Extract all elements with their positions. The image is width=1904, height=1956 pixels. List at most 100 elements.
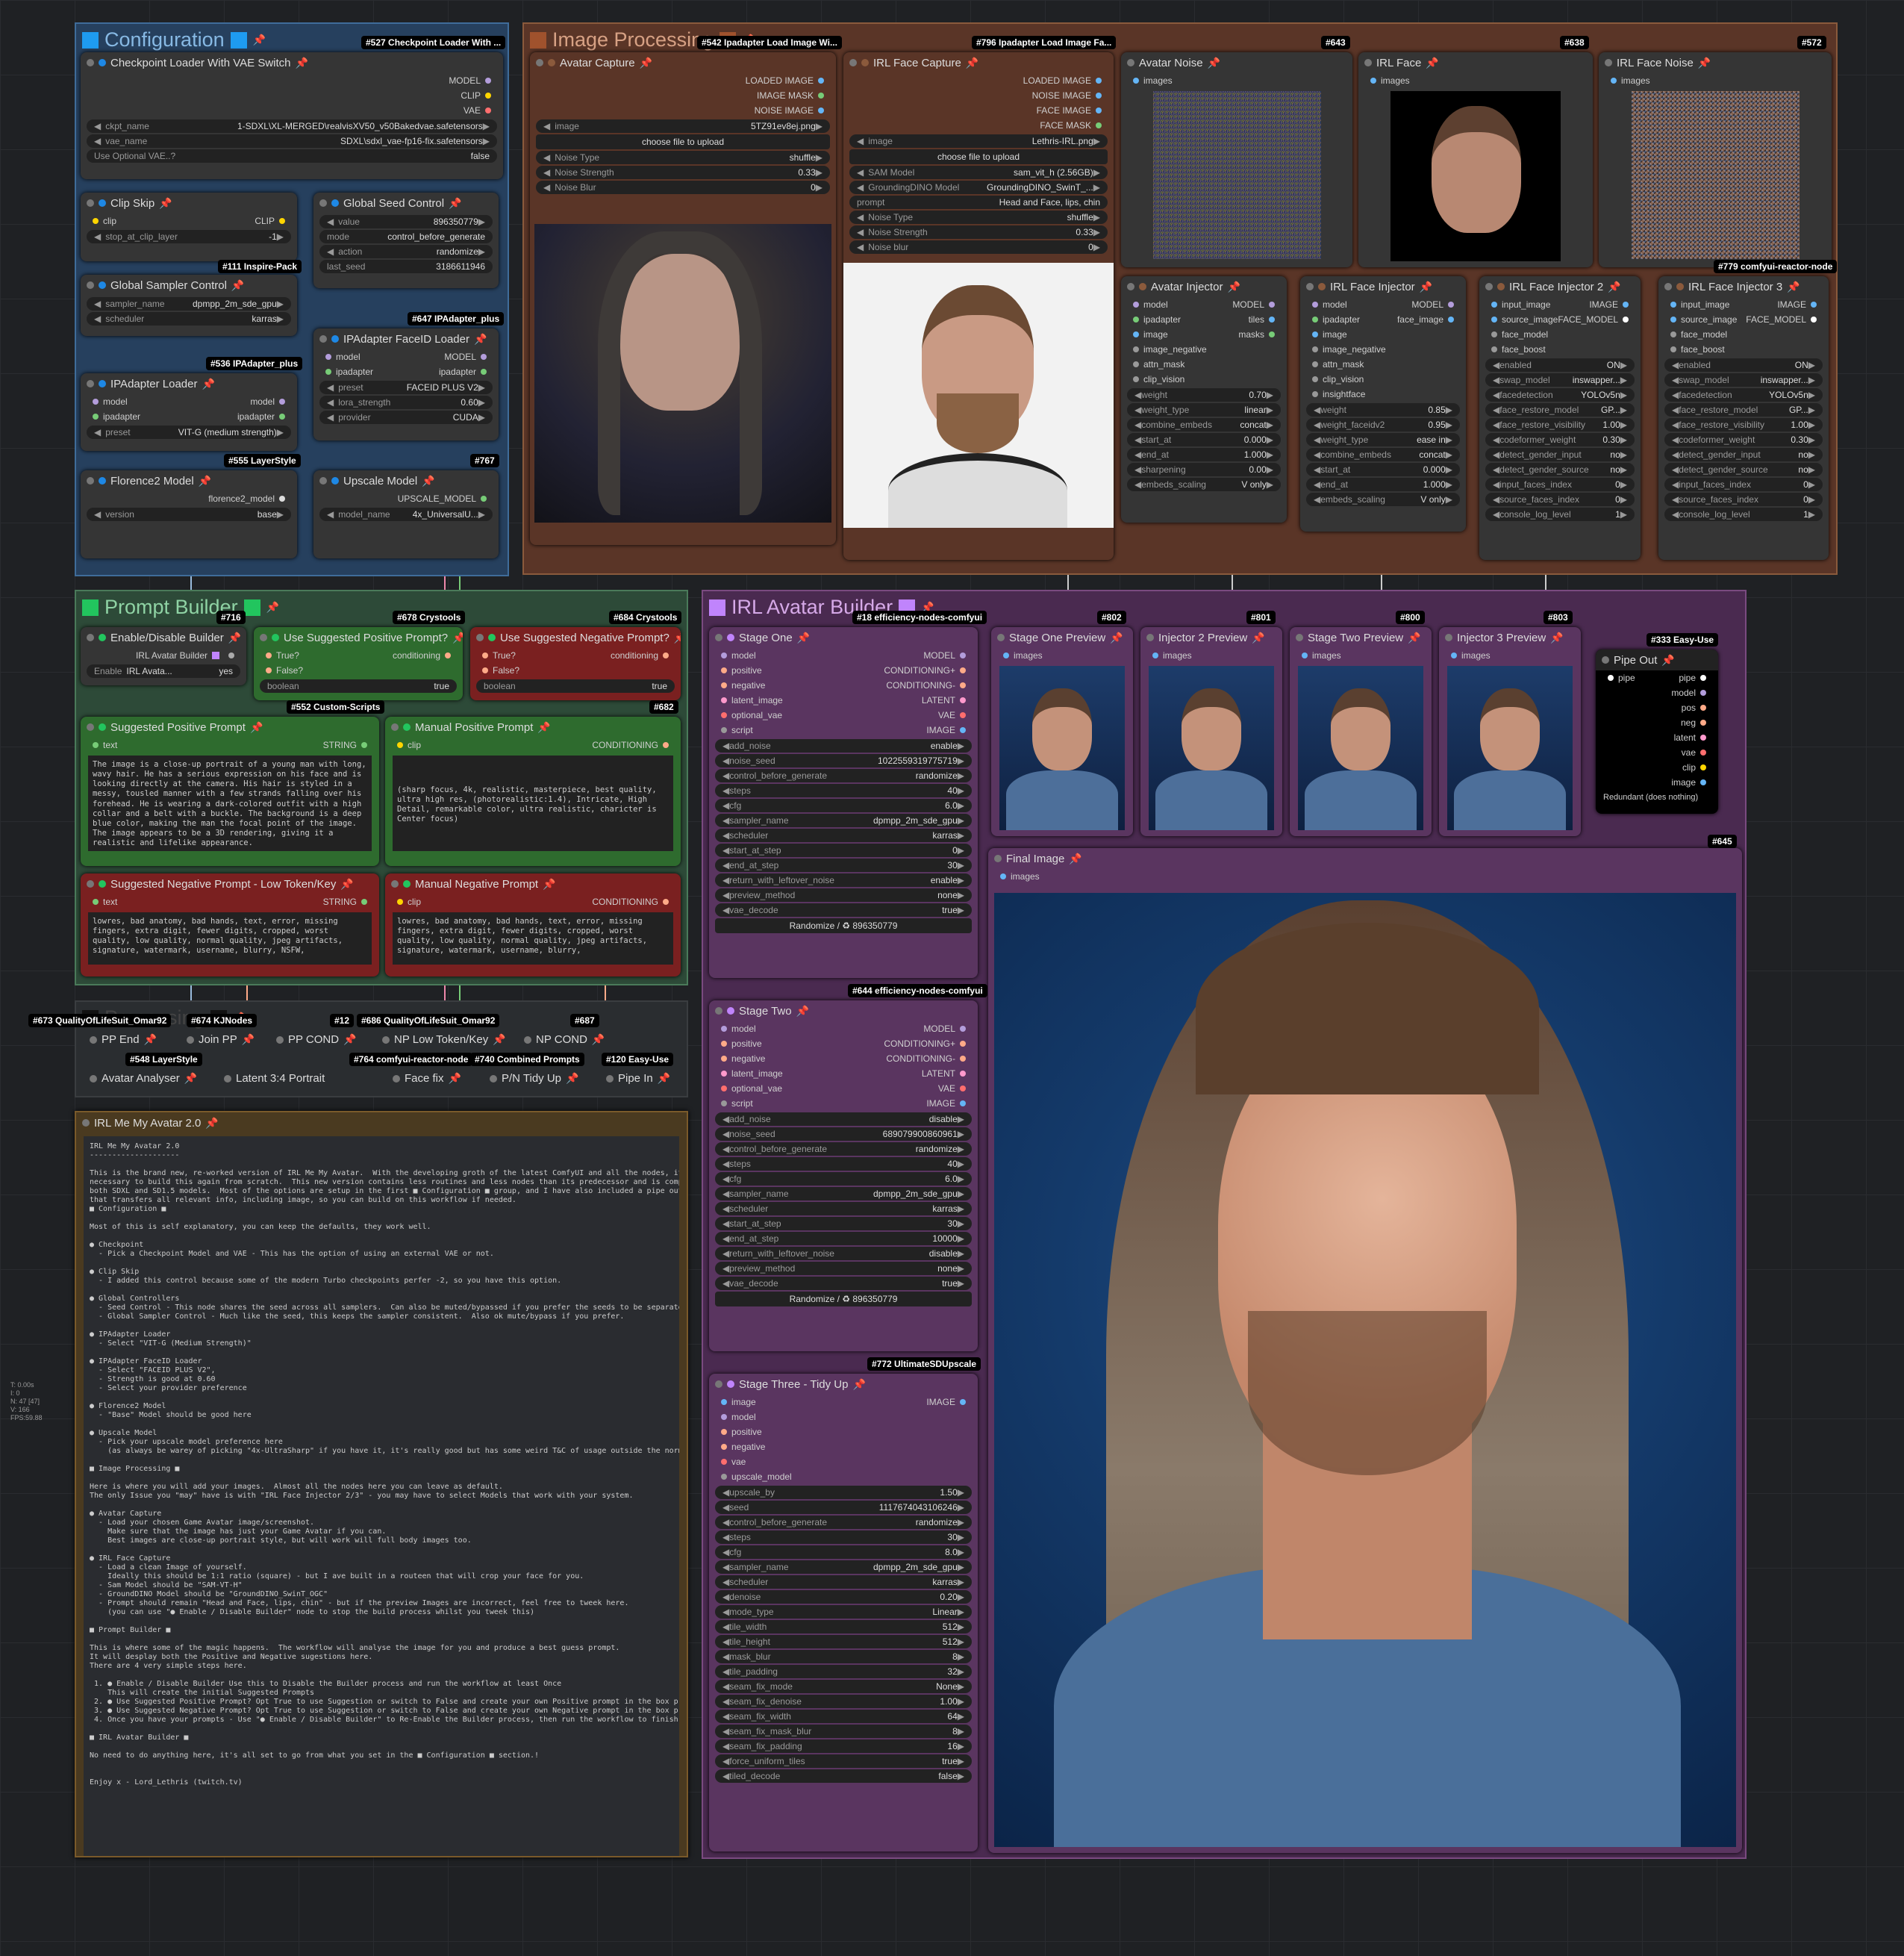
- suggested-positive-text[interactable]: The image is a close-up portrait of a yo…: [88, 756, 372, 851]
- widget-enabled[interactable]: ◀ enabled ON ▶: [1664, 358, 1823, 372]
- node-join-pp[interactable]: Join PP 📌: [187, 1033, 255, 1046]
- node-use-suggested-negative[interactable]: Use Suggested Negative Prompt? 📌 True? con…: [470, 627, 681, 700]
- input-port[interactable]: [1670, 317, 1676, 323]
- widget-steps[interactable]: ◀ steps 40 ▶: [715, 784, 972, 797]
- out-face-mask[interactable]: FACE MASK: [843, 118, 1114, 133]
- input-port[interactable]: [1312, 391, 1318, 397]
- node-manual-negative[interactable]: Manual Negative Prompt 📌 clip CONDITIONING…: [385, 873, 681, 977]
- in-images[interactable]: images: [1439, 648, 1581, 663]
- node-manual-positive[interactable]: Manual Positive Prompt 📌 clip CONDITIONING…: [385, 717, 681, 866]
- input-port[interactable]: [721, 667, 727, 673]
- port-row-image[interactable]: image: [1300, 327, 1466, 342]
- port-row-ipadapter[interactable]: ipadapter face_image: [1300, 312, 1466, 327]
- node-final-image[interactable]: Final Image 📌 images: [988, 848, 1742, 1853]
- input-port[interactable]: [1133, 376, 1139, 382]
- port-row-model[interactable]: model MODEL: [709, 648, 978, 663]
- port-row-attn_mask[interactable]: attn_mask: [1300, 357, 1466, 372]
- loader-ipadapter-port[interactable]: ipadapter ipadapter: [81, 409, 297, 424]
- widget-combine_embeds[interactable]: ◀ combine_embeds concat ▶: [1306, 448, 1460, 461]
- port-row-input_image[interactable]: input_image IMAGE: [1658, 297, 1829, 312]
- output-port[interactable]: [960, 712, 966, 718]
- builder-row[interactable]: IRL Avatar Builder: [81, 648, 246, 663]
- input-port[interactable]: [721, 682, 727, 688]
- widget-force_uniform_tiles[interactable]: ◀ force_uniform_tiles true ▶: [715, 1754, 972, 1768]
- port-row-latent_image[interactable]: latent_image LATENT: [709, 693, 978, 708]
- port-row-face_boost[interactable]: face_boost: [1479, 342, 1641, 357]
- port-row-positive[interactable]: positive: [709, 1424, 978, 1439]
- widget-face_restore_visibility[interactable]: ◀ face_restore_visibility 1.00 ▶: [1485, 418, 1635, 432]
- sam-model-widget[interactable]: ◀ SAM Model sam_vit_h (2.56GB) ▶: [849, 166, 1108, 179]
- out-pos[interactable]: pos: [1596, 700, 1718, 715]
- noise-blur-widget[interactable]: ◀ Noise Blur 0 ▶: [536, 181, 830, 194]
- node-injector-2-preview[interactable]: Injector 2 Preview 📌 images: [1140, 627, 1282, 836]
- output-port[interactable]: [1448, 317, 1454, 323]
- widget-sampler_name[interactable]: ◀ sampler_name dpmpp_2m_sde_gpu ▶: [715, 1560, 972, 1574]
- last-seed-widget[interactable]: last_seed 3186611946: [319, 260, 493, 273]
- scheduler-widget[interactable]: ◀ scheduler karras ▶: [87, 312, 291, 326]
- input-port[interactable]: [1312, 317, 1318, 323]
- node-pipe-in[interactable]: Pipe In 📌: [606, 1072, 670, 1085]
- port-row-negative[interactable]: negative CONDITIONING-: [709, 678, 978, 693]
- port-row-image[interactable]: image masks: [1121, 327, 1287, 342]
- node-pipe-out[interactable]: Pipe Out 📌 pipe pipe model pos neg latent …: [1596, 650, 1718, 814]
- node-stage-three[interactable]: Stage Three - Tidy Up 📌 image IMAGE model po…: [709, 1374, 978, 1851]
- input-port[interactable]: [1670, 331, 1676, 337]
- widget-end_at[interactable]: ◀ end_at 1.000 ▶: [1127, 448, 1281, 461]
- port-row-attn_mask[interactable]: attn_mask: [1121, 357, 1287, 372]
- widget-console_log_level[interactable]: ◀ console_log_level 1 ▶: [1664, 508, 1823, 521]
- out-vae[interactable]: vae: [1596, 745, 1718, 760]
- widget-return_with_leftover_noise[interactable]: ◀ return_with_leftover_noise disable ▶: [715, 1247, 972, 1260]
- clip-port[interactable]: clip CONDITIONING: [385, 894, 681, 909]
- input-port[interactable]: [1312, 331, 1318, 337]
- port-row-face_model[interactable]: face_model: [1479, 327, 1641, 342]
- seed-value-widget[interactable]: ◀ value 896350779 ▶: [319, 215, 493, 228]
- output-port[interactable]: [960, 1100, 966, 1106]
- output-port[interactable]: [960, 1041, 966, 1047]
- widget-detect_gender_source[interactable]: ◀ detect_gender_source no ▶: [1664, 463, 1823, 476]
- output-port[interactable]: [1811, 317, 1817, 323]
- node-suggested-negative[interactable]: Suggested Negative Prompt - Low Token/Ke…: [81, 873, 379, 977]
- widget-add_noise[interactable]: ◀ add_noise disable ▶: [715, 1112, 972, 1126]
- prompt-widget[interactable]: prompt Head and Face, lips, chin: [849, 196, 1108, 209]
- input-port[interactable]: [1670, 302, 1676, 308]
- pipe-row[interactable]: pipe pipe: [1596, 670, 1718, 685]
- loader-model-port[interactable]: model model: [81, 394, 297, 409]
- port-row-positive[interactable]: positive CONDITIONING+: [709, 1036, 978, 1051]
- input-port[interactable]: [1491, 302, 1497, 308]
- node-avatar-analyser[interactable]: Avatar Analyser 📌: [90, 1072, 197, 1085]
- output-port[interactable]: [1269, 331, 1275, 337]
- widget-face_restore_model[interactable]: ◀ face_restore_model GP... ▶: [1664, 403, 1823, 417]
- node-global-sampler[interactable]: Global Sampler Control 📌 ◀ sampler_name dp…: [81, 275, 297, 336]
- port-row-source_image[interactable]: source_image FACE_MODEL: [1658, 312, 1829, 327]
- node-irl-face-injector-3[interactable]: IRL Face Injector 3 📌 input_image IMAGE sou…: [1658, 276, 1829, 560]
- widget-tile_padding[interactable]: ◀ tile_padding 32 ▶: [715, 1665, 972, 1678]
- widget-preview_method[interactable]: ◀ preview_method none ▶: [715, 1262, 972, 1275]
- out-clip[interactable]: CLIP: [81, 88, 503, 103]
- input-port[interactable]: [721, 1399, 727, 1405]
- out-vae[interactable]: VAE: [81, 103, 503, 118]
- irl-noise-type[interactable]: ◀ Noise Type shuffle ▶: [849, 211, 1108, 224]
- input-port[interactable]: [721, 1474, 727, 1480]
- image-select-widget[interactable]: ◀ image 5TZ91ev8ej.png ▶: [536, 119, 830, 133]
- widget-upscale_by[interactable]: ◀ upscale_by 1.50 ▶: [715, 1486, 972, 1499]
- output-port[interactable]: [960, 727, 966, 733]
- port-row-model[interactable]: model MODEL: [1121, 297, 1287, 312]
- input-port[interactable]: [1312, 302, 1318, 308]
- input-port[interactable]: [1312, 361, 1318, 367]
- in-images[interactable]: images: [1121, 73, 1352, 88]
- out-model[interactable]: model: [1596, 685, 1718, 700]
- widget-cfg[interactable]: ◀ cfg 8.0 ▶: [715, 1545, 972, 1559]
- in-clip[interactable]: clip CLIP: [81, 214, 297, 228]
- port-row-negative[interactable]: negative CONDITIONING-: [709, 1051, 978, 1066]
- widget-sampler_name[interactable]: ◀ sampler_name dpmpp_2m_sde_gpu ▶: [715, 1187, 972, 1200]
- widget-cfg[interactable]: ◀ cfg 6.0 ▶: [715, 799, 972, 812]
- port-row-optional_vae[interactable]: optional_vae VAE: [709, 1081, 978, 1096]
- widget-weight_faceidv2[interactable]: ◀ weight_faceidv2 0.95 ▶: [1306, 418, 1460, 432]
- widget-seam_fix_mask_blur[interactable]: ◀ seam_fix_mask_blur 8 ▶: [715, 1725, 972, 1738]
- input-port[interactable]: [721, 1429, 727, 1435]
- output-port[interactable]: [960, 1071, 966, 1077]
- node-global-seed[interactable]: Global Seed Control 📌 ◀ value 896350779 ▶ …: [313, 193, 499, 288]
- widget-end_at_step[interactable]: ◀ end_at_step 30 ▶: [715, 859, 972, 872]
- output-port[interactable]: [960, 1399, 966, 1405]
- node-irl-face-injector-2[interactable]: IRL Face Injector 2 📌 input_image IMAGE sou…: [1479, 276, 1641, 560]
